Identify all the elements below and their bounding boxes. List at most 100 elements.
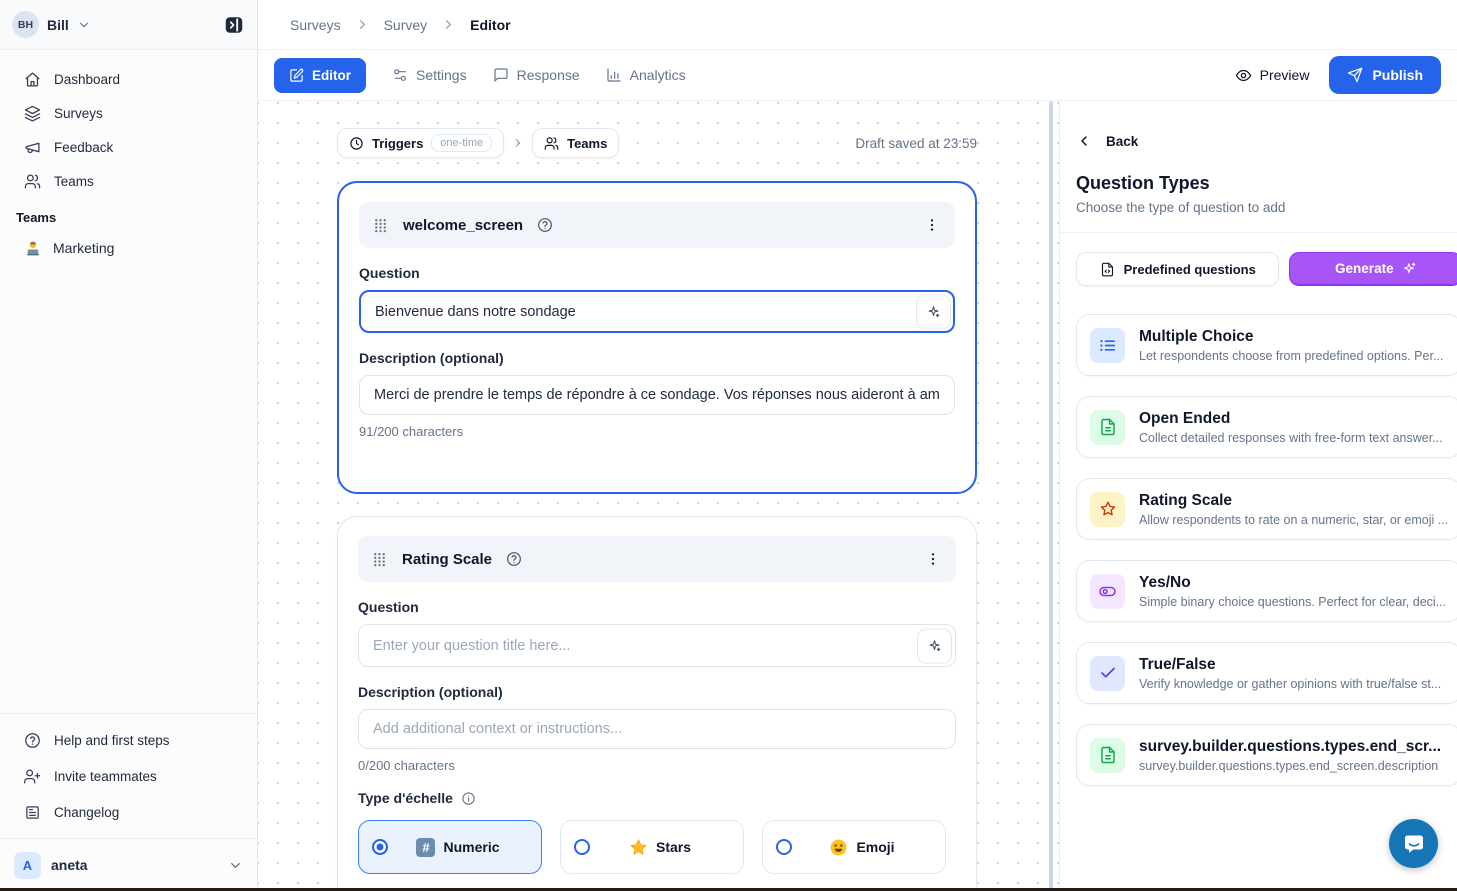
chevron-right-icon <box>441 17 456 32</box>
question-types-panel: Back Question Types Choose the type of q… <box>1059 101 1457 891</box>
footer-item-label: Invite teammates <box>54 769 157 784</box>
sidebar-item-feedback[interactable]: Feedback <box>0 130 257 164</box>
triggers-chip[interactable]: Triggers one-time <box>337 128 504 158</box>
type-description: survey.builder.questions.types.end_scree… <box>1139 759 1441 773</box>
predefined-questions-button[interactable]: Predefined questions <box>1076 252 1279 286</box>
rating-description-input[interactable] <box>358 709 956 749</box>
welcome-question-input[interactable] <box>359 290 955 333</box>
tab-label: Analytics <box>630 67 686 83</box>
sliders-icon <box>392 67 408 83</box>
tab-response[interactable]: Response <box>493 67 580 83</box>
star-emoji-icon <box>629 838 648 857</box>
footer-item-label: Help and first steps <box>54 733 170 748</box>
card-menu-icon[interactable] <box>923 549 943 569</box>
org-avatar: A <box>14 852 41 879</box>
triggers-chip-label: Triggers <box>372 136 423 151</box>
sidebar-item-label: Feedback <box>54 140 113 155</box>
sidebar-collapse-icon[interactable] <box>223 14 245 36</box>
sidebar-item-dashboard[interactable]: Dashboard <box>0 62 257 96</box>
user-plus-icon <box>24 768 41 785</box>
breadcrumb-surveys[interactable]: Surveys <box>290 17 341 33</box>
help-circle-icon[interactable] <box>537 217 553 233</box>
drag-handle-icon[interactable] <box>372 217 389 234</box>
rating-question-input[interactable] <box>358 624 956 667</box>
canvas-scrollbar[interactable] <box>1049 101 1053 891</box>
technologist-emoji-icon <box>24 239 42 257</box>
chevron-right-icon <box>355 17 370 32</box>
type-card-rating-scale[interactable]: Rating Scale Allow respondents to rate o… <box>1076 478 1457 540</box>
draft-status: Draft saved at 23:59 <box>855 136 977 151</box>
info-icon[interactable] <box>461 791 476 806</box>
org-switcher[interactable]: A aneta <box>0 838 257 891</box>
drag-handle-icon[interactable] <box>371 551 388 568</box>
teams-chip[interactable]: Teams <box>532 128 619 158</box>
type-description: Allow respondents to rate on a numeric, … <box>1139 513 1448 527</box>
toggle-icon <box>1090 574 1125 609</box>
sidebar-item-help[interactable]: Help and first steps <box>0 722 257 758</box>
sidebar-item-marketing[interactable]: Marketing <box>0 231 257 265</box>
sidebar-item-label: Dashboard <box>54 72 120 87</box>
type-description: Simple binary choice questions. Perfect … <box>1139 595 1446 609</box>
back-button[interactable]: Back <box>1076 133 1457 149</box>
type-card-end-screen[interactable]: survey.builder.questions.types.end_scr..… <box>1076 724 1457 786</box>
rating-scale-card[interactable]: Rating Scale Question Description (optio… <box>337 516 977 891</box>
radio-unchecked <box>776 839 792 855</box>
app-root: BH Bill Dashboard Surveys Feedback <box>0 0 1457 891</box>
newspaper-icon <box>24 804 41 821</box>
sidebar: BH Bill Dashboard Surveys Feedback <box>0 0 258 891</box>
question-label: Question <box>358 599 956 615</box>
home-icon <box>24 71 41 88</box>
welcome-screen-card[interactable]: welcome_screen Question Description (opt… <box>337 181 977 494</box>
megaphone-icon <box>24 139 41 156</box>
panel-subtitle: Choose the type of question to add <box>1076 200 1457 215</box>
breadcrumb-survey[interactable]: Survey <box>384 17 428 33</box>
chevron-right-icon <box>511 136 525 150</box>
scale-type-text: Type d'échelle <box>358 790 453 806</box>
type-card-true-false[interactable]: True/False Verify knowledge or gather op… <box>1076 642 1457 704</box>
card-header: welcome_screen <box>359 202 955 248</box>
scale-option-emoji[interactable]: Emoji <box>762 820 946 874</box>
type-card-multiple-choice[interactable]: Multiple Choice Let respondents choose f… <box>1076 314 1457 376</box>
main-area: Surveys Survey Editor Editor Settings Re… <box>258 0 1457 891</box>
card-header: Rating Scale <box>358 536 956 582</box>
sidebar-item-invite[interactable]: Invite teammates <box>0 758 257 794</box>
scale-option-label: Stars <box>656 839 691 855</box>
publish-button[interactable]: Publish <box>1329 56 1441 94</box>
type-card-open-ended[interactable]: Open Ended Collect detailed responses wi… <box>1076 396 1457 458</box>
tab-settings[interactable]: Settings <box>392 67 467 83</box>
tab-editor[interactable]: Editor <box>274 58 366 93</box>
user-menu[interactable]: BH Bill <box>0 0 257 50</box>
avatar: BH <box>12 11 39 38</box>
welcome-description-input[interactable] <box>359 375 955 415</box>
preview-label: Preview <box>1260 67 1310 83</box>
chat-launcher-button[interactable] <box>1389 819 1438 868</box>
star-icon <box>1090 492 1125 527</box>
tab-analytics[interactable]: Analytics <box>606 67 686 83</box>
back-label: Back <box>1106 134 1138 149</box>
chevron-left-icon <box>1076 133 1092 149</box>
scale-option-stars[interactable]: Stars <box>560 820 744 874</box>
sidebar-item-changelog[interactable]: Changelog <box>0 794 257 830</box>
list-icon <box>1090 328 1125 363</box>
ai-wand-icon[interactable] <box>917 628 952 663</box>
editor-toolbar: Editor Settings Response Analytics Previ… <box>258 50 1457 101</box>
type-card-yes-no[interactable]: Yes/No Simple binary choice questions. P… <box>1076 560 1457 622</box>
preview-button[interactable]: Preview <box>1235 67 1310 84</box>
question-label: Question <box>359 265 955 281</box>
type-title: Multiple Choice <box>1139 328 1443 346</box>
type-description: Collect detailed responses with free-for… <box>1139 431 1443 445</box>
generate-button[interactable]: Generate <box>1289 252 1457 286</box>
help-circle-icon[interactable] <box>506 551 522 567</box>
scale-option-numeric[interactable]: # Numeric <box>358 820 542 874</box>
char-count: 0/200 characters <box>358 758 956 773</box>
tab-label: Response <box>517 67 580 83</box>
users-icon <box>544 136 559 151</box>
sidebar-item-surveys[interactable]: Surveys <box>0 96 257 130</box>
card-menu-icon[interactable] <box>922 215 942 235</box>
ai-wand-icon[interactable] <box>916 294 951 329</box>
type-title: survey.builder.questions.types.end_scr..… <box>1139 738 1441 756</box>
chevron-down-icon <box>77 18 91 32</box>
breadcrumb: Surveys Survey Editor <box>258 0 1457 50</box>
teams-section-label: Teams <box>0 210 257 225</box>
sidebar-item-teams[interactable]: Teams <box>0 164 257 198</box>
